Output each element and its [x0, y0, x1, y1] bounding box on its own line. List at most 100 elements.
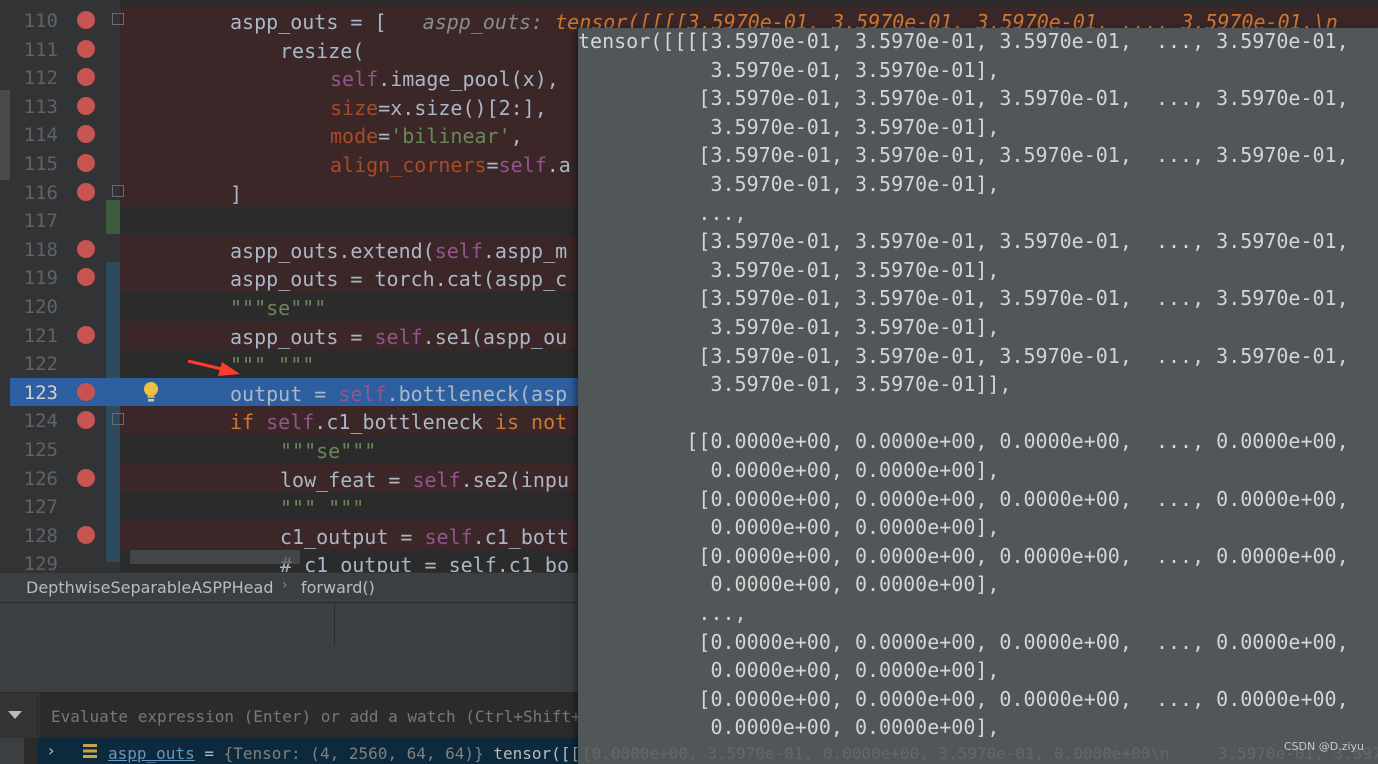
- code-text[interactable]: size=x.size()[2:],: [330, 96, 547, 120]
- variable-equals: =: [194, 744, 224, 763]
- code-token: self: [434, 238, 483, 263]
- code-token: aspp_outs:: [422, 10, 556, 34]
- evaluate-bar: [0, 692, 578, 739]
- code-token: .aspp_m: [482, 238, 568, 263]
- code-token: align_corners: [330, 153, 487, 177]
- tensor-line: 3.5970e-01, 3.5970e-01],: [578, 57, 1000, 82]
- line-number[interactable]: 125: [18, 439, 58, 461]
- breakpoint-icon[interactable]: [77, 96, 95, 115]
- code-token: """se""": [230, 296, 327, 320]
- popup-bottom-fragment: [0.0000e+00, 3.5970e-01, 0.0000e+00, 3.5…: [578, 738, 1378, 764]
- breakpoint-icon[interactable]: [77, 39, 95, 58]
- breakpoint-icon[interactable]: [77, 468, 95, 487]
- tensor-line: 3.5970e-01, 3.5970e-01],: [578, 315, 1000, 339]
- line-number[interactable]: 116: [18, 182, 58, 204]
- code-token: is not: [494, 410, 568, 435]
- code-text[interactable]: low_feat = self.se2(inpu: [280, 468, 569, 492]
- code-text[interactable]: aspp_outs = torch.cat(aspp_c: [230, 267, 567, 291]
- fold-marker-icon[interactable]: [112, 184, 124, 197]
- code-text[interactable]: ]: [230, 182, 242, 206]
- code-text[interactable]: """se""": [230, 296, 326, 320]
- line-number[interactable]: 114: [18, 124, 58, 146]
- code-text[interactable]: mode='bilinear',: [330, 124, 523, 148]
- code-text[interactable]: aspp_outs = self.se1(aspp_ou: [230, 325, 567, 349]
- tensor-line: [[0.0000e+00, 0.0000e+00, 0.0000e+00, ..…: [578, 429, 1349, 454]
- lightbulb-icon[interactable]: [141, 381, 161, 403]
- code-text[interactable]: """ """: [280, 496, 364, 520]
- line-number[interactable]: 110: [18, 10, 58, 32]
- toolbar-divider: [334, 602, 335, 646]
- line-number[interactable]: 128: [18, 525, 58, 547]
- tensor-line: ...,: [578, 200, 747, 225]
- line-number[interactable]: 122: [18, 353, 58, 375]
- breakpoint-icon[interactable]: [77, 154, 95, 172]
- tensor-line: 3.5970e-01, 3.5970e-01],: [578, 257, 1000, 282]
- breadcrumb-class[interactable]: DepthwiseSeparableASPPHead: [26, 578, 273, 597]
- code-text[interactable]: c1_output = self.c1_bott: [280, 525, 569, 549]
- breakpoint-icon[interactable]: [77, 525, 95, 544]
- code-text[interactable]: if self.c1_bottleneck is not: [230, 410, 567, 434]
- line-number[interactable]: 120: [18, 296, 58, 318]
- code-text[interactable]: """ """: [230, 353, 314, 377]
- code-token: .bottleneck(asp: [386, 381, 568, 406]
- code-token: output =: [230, 381, 339, 406]
- line-number[interactable]: 115: [18, 153, 58, 175]
- breadcrumb: DepthwiseSeparableASPPHead › forward(): [0, 572, 578, 603]
- code-token: .c1_bott: [472, 524, 569, 549]
- code-token: size: [330, 95, 379, 120]
- tensor-line: [0.0000e+00, 0.0000e+00, 0.0000e+00, ...…: [578, 629, 1349, 654]
- variable-row-text[interactable]: aspp_outs = {Tensor: (4, 2560, 64, 64)} …: [108, 744, 578, 763]
- code-text[interactable]: """se""": [280, 439, 376, 463]
- tensor-line: 0.0000e+00, 0.0000e+00],: [578, 515, 1000, 540]
- value-tooltip-popup[interactable]: tensor([[[[3.5970e-01, 3.5970e-01, 3.597…: [578, 28, 1378, 764]
- variable-value: tensor([[[[3.5970e-01, 3.5970e-01, 3.597…: [493, 744, 578, 763]
- code-token: =: [486, 153, 499, 177]
- line-number[interactable]: 113: [18, 96, 58, 118]
- code-token: mode: [330, 124, 379, 149]
- line-number[interactable]: 124: [18, 410, 58, 432]
- watermark: CSDN @D.ziyu: [1283, 740, 1364, 753]
- expand-chevron-icon[interactable]: ›: [48, 741, 54, 760]
- breadcrumb-method[interactable]: forward(): [301, 578, 375, 597]
- line-number[interactable]: 117: [18, 210, 58, 232]
- line-number[interactable]: 121: [18, 325, 58, 347]
- code-text[interactable]: aspp_outs.extend(self.aspp_m: [230, 239, 567, 263]
- code-text[interactable]: # c1_output = self.c1_bo: [280, 553, 569, 572]
- line-number[interactable]: 119: [18, 267, 58, 289]
- code-token: ,: [510, 124, 523, 149]
- code-token: self: [330, 67, 379, 92]
- code-text[interactable]: align_corners=self.a: [330, 153, 571, 177]
- code-token: if: [230, 410, 267, 435]
- fold-marker-icon[interactable]: [112, 413, 124, 426]
- breakpoint-icon[interactable]: [77, 325, 95, 344]
- fold-marker-icon[interactable]: [112, 13, 124, 25]
- breadcrumb-separator: ›: [282, 577, 288, 593]
- red-arrow-annotation: [187, 359, 240, 376]
- line-number[interactable]: 118: [18, 239, 58, 261]
- horizontal-scrollbar[interactable]: [130, 550, 300, 564]
- line-number[interactable]: 127: [18, 496, 58, 518]
- breakpoint-icon[interactable]: [77, 182, 95, 201]
- code-token: # c1_output = self.c1_bo: [280, 553, 569, 572]
- tensor-line: [3.5970e-01, 3.5970e-01, 3.5970e-01, ...…: [578, 86, 1349, 111]
- code-text[interactable]: output = self.bottleneck(asp: [230, 382, 567, 406]
- evaluate-expression-input[interactable]: [40, 693, 578, 739]
- line-number[interactable]: 123: [18, 382, 58, 404]
- tensor-line: [3.5970e-01, 3.5970e-01, 3.5970e-01, ...…: [578, 286, 1349, 311]
- line-number[interactable]: 129: [18, 553, 58, 572]
- variable-name: aspp_outs: [108, 744, 195, 763]
- code-text[interactable]: resize(: [280, 39, 364, 63]
- tensor-line: 0.0000e+00, 0.0000e+00],: [578, 658, 1000, 683]
- breakpoint-icon[interactable]: [77, 382, 95, 401]
- breakpoint-icon[interactable]: [77, 11, 95, 29]
- code-token: aspp_outs.extend(: [230, 238, 435, 263]
- line-number[interactable]: 112: [18, 67, 58, 89]
- code-token: =: [378, 124, 391, 149]
- breakpoint-icon[interactable]: [77, 239, 95, 258]
- eval-divider: [37, 693, 38, 739]
- tensor-line: tensor([[[[3.5970e-01, 3.5970e-01, 3.597…: [578, 29, 1349, 53]
- code-text[interactable]: self.image_pool(x),: [330, 67, 559, 91]
- line-number[interactable]: 111: [18, 39, 58, 61]
- line-number[interactable]: 126: [18, 468, 58, 490]
- chevron-down-icon[interactable]: [8, 711, 22, 719]
